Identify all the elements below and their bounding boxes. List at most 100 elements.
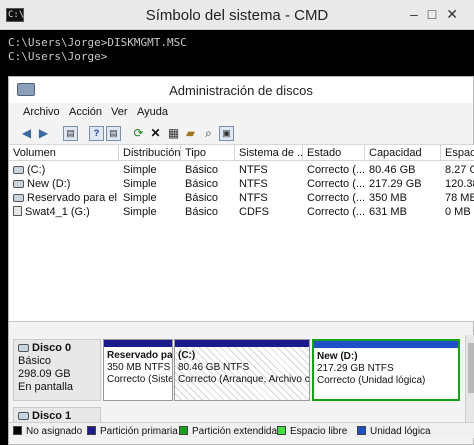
cmd-line: C:\Users\Jorge> — [8, 50, 108, 63]
partition-detail: 80.46 GB NTFS — [178, 362, 250, 373]
delete-x-icon[interactable]: ✕ — [148, 126, 163, 141]
partition-d[interactable]: New (D:) 217.29 GB NTFS Correcto (Unidad… — [312, 339, 460, 401]
legend-swatch — [87, 426, 96, 435]
disk-size: 298.09 GB — [18, 368, 71, 380]
volume-capacity: 350 MB — [369, 192, 407, 204]
partition-reserved[interactable]: Reservado pa 350 MB NTFS Correcto (Siste — [103, 339, 173, 401]
drive-icon — [13, 194, 24, 202]
legend-swatch — [179, 426, 188, 435]
folder-icon[interactable]: ▰ — [183, 126, 198, 141]
volume-free: 8.27 GE — [445, 164, 474, 176]
toolbar: ◀ ▶ ▤ ? ▤ ⟳ ✕ ▦ ▰ ⌕ ▣ — [9, 123, 473, 145]
properties-icon[interactable]: ▦ — [166, 126, 181, 141]
partition-detail: 217.29 GB NTFS — [317, 363, 394, 374]
close-icon[interactable]: ✕ — [446, 6, 468, 22]
table-row[interactable]: New (D:) Simple Básico NTFS Correcto (..… — [9, 177, 474, 191]
disk-name: Disco 1 — [32, 410, 72, 422]
volume-type: Básico — [185, 206, 219, 218]
menu-accion[interactable]: Acción — [69, 106, 102, 118]
volume-free: 0 MB — [445, 206, 471, 218]
cmd-window-title: Símbolo del sistema - CMD — [145, 7, 329, 24]
disk-graphical-view: Disco 0 Básico 298.09 GB En pantalla Res… — [9, 335, 474, 430]
legend-item: Espacio libre — [277, 426, 347, 437]
volume-list: Volumen Distribución Tipo Sistema de ...… — [9, 145, 474, 322]
partition-status: Correcto (Unidad lógica) — [317, 375, 426, 386]
disk-icon — [18, 344, 29, 352]
volume-free: 78 MB — [445, 192, 474, 204]
col-espacio[interactable]: Espacio — [441, 145, 474, 161]
volume-capacity: 217.29 GB — [369, 178, 422, 190]
legend-swatch — [357, 426, 366, 435]
settings-icon[interactable]: ▣ — [219, 126, 234, 141]
volume-layout: Simple — [123, 164, 157, 176]
col-volumen[interactable]: Volumen — [9, 145, 119, 161]
menu-archivo[interactable]: Archivo — [23, 106, 60, 118]
volume-capacity: 80.46 GB — [369, 164, 416, 176]
cmd-window-controls: –□✕ — [410, 6, 468, 23]
volume-layout: Simple — [123, 178, 157, 190]
table-row[interactable]: (C:) Simple Básico NTFS Correcto (... 80… — [9, 163, 474, 177]
panel-icon[interactable]: ▤ — [63, 126, 78, 141]
volume-free: 120.38 — [445, 178, 474, 190]
back-arrow-icon[interactable]: ◀ — [19, 126, 34, 141]
partition-detail: 350 MB NTFS — [107, 362, 171, 373]
disk-type: Básico — [18, 355, 52, 367]
disk-icon — [18, 412, 29, 420]
volume-fs: NTFS — [239, 178, 268, 190]
legend-item: Partición extendida — [179, 426, 277, 437]
menu-ayuda[interactable]: Ayuda — [137, 106, 168, 118]
volume-layout: Simple — [123, 206, 157, 218]
menu-ver[interactable]: Ver — [111, 106, 128, 118]
volume-name: Swat4_1 (G:) — [25, 206, 90, 218]
volume-type: Básico — [185, 178, 219, 190]
vertical-scrollbar[interactable] — [465, 335, 474, 430]
drive-icon — [13, 166, 24, 174]
volume-type: Básico — [185, 192, 219, 204]
volume-name: (C:) — [27, 164, 46, 176]
col-estado[interactable]: Estado — [303, 145, 365, 161]
primary-partition-bar — [104, 340, 172, 347]
forward-arrow-icon[interactable]: ▶ — [36, 126, 51, 141]
volume-list-header: Volumen Distribución Tipo Sistema de ...… — [9, 145, 474, 161]
col-tipo[interactable]: Tipo — [181, 145, 235, 161]
logical-drive-bar — [314, 341, 458, 348]
disk-name: Disco 0 — [32, 342, 72, 354]
legend-swatch — [13, 426, 22, 435]
disk-management-window: Administración de discos Archivo Acción … — [8, 76, 474, 445]
help-icon[interactable]: ? — [89, 126, 104, 141]
cmd-line: C:\Users\Jorge>DISKMGMT.MSC — [8, 36, 187, 49]
search-icon[interactable]: ⌕ — [201, 126, 216, 141]
scrollbar-thumb[interactable] — [468, 343, 474, 393]
maximize-icon[interactable]: □ — [428, 6, 446, 22]
partition-status: Correcto (Arranque, Archivo c — [178, 374, 309, 385]
partition-name: Reservado pa — [107, 350, 172, 361]
minimize-icon[interactable]: – — [410, 6, 428, 22]
volume-type: Básico — [185, 164, 219, 176]
legend: No asignado Partición primaria Partición… — [9, 422, 474, 438]
disk-0: Disco 0 Básico 298.09 GB En pantalla Res… — [13, 339, 471, 401]
desktop: C:\ Símbolo del sistema - CMD –□✕ C:\Use… — [0, 0, 474, 445]
partition-status: Correcto (Siste — [107, 374, 172, 385]
dm-title-bar[interactable]: Administración de discos — [9, 77, 473, 103]
dm-window-title: Administración de discos — [169, 83, 313, 98]
menu-bar: Archivo Acción Ver Ayuda — [9, 103, 473, 123]
col-capacidad[interactable]: Capacidad — [365, 145, 441, 161]
refresh-icon[interactable]: ⟳ — [131, 126, 146, 141]
cd-icon — [13, 206, 22, 216]
legend-item: No asignado — [13, 426, 82, 437]
table-row[interactable]: Swat4_1 (G:) Simple Básico CDFS Correcto… — [9, 205, 474, 219]
disk-status: En pantalla — [18, 381, 74, 393]
legend-item: Unidad lógica — [357, 426, 431, 437]
panel2-icon[interactable]: ▤ — [106, 126, 121, 141]
volume-status: Correcto (... — [307, 178, 365, 190]
table-row[interactable]: Reservado para el ... Simple Básico NTFS… — [9, 191, 474, 205]
disk-0-label[interactable]: Disco 0 Básico 298.09 GB En pantalla — [13, 339, 101, 401]
volume-fs: CDFS — [239, 206, 269, 218]
legend-swatch — [277, 426, 286, 435]
partition-c[interactable]: (C:) 80.46 GB NTFS Correcto (Arranque, A… — [174, 339, 310, 401]
legend-item: Partición primaria — [87, 426, 178, 437]
col-distribucion[interactable]: Distribución — [119, 145, 181, 161]
cmd-title-bar[interactable]: C:\ Símbolo del sistema - CMD –□✕ — [0, 0, 474, 30]
col-sistema[interactable]: Sistema de ... — [235, 145, 303, 161]
volume-status: Correcto (... — [307, 206, 365, 218]
